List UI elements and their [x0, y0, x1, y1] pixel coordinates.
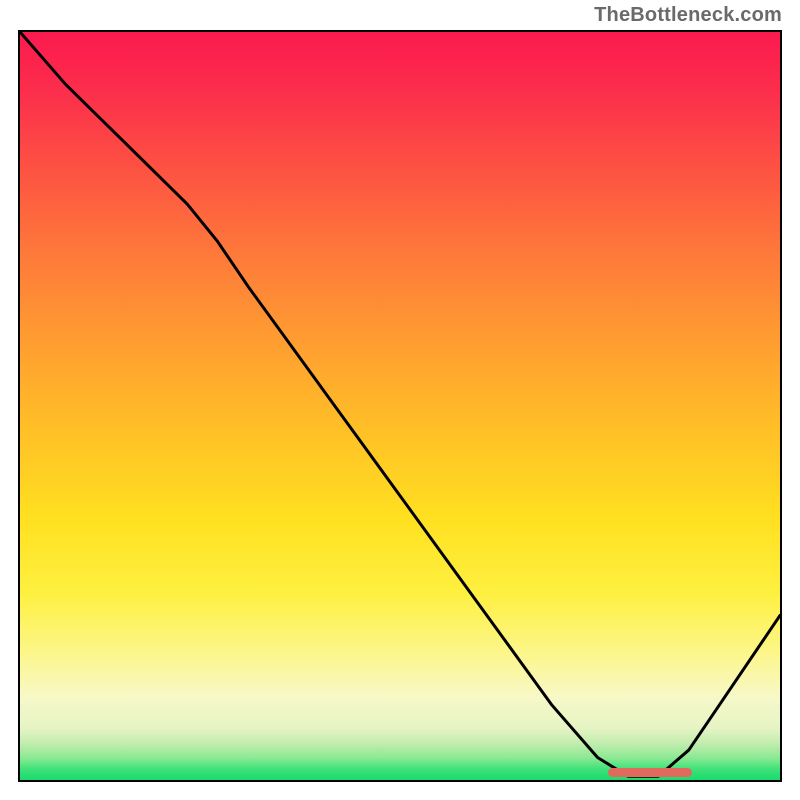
- heatmap-gradient: [20, 32, 780, 780]
- trough-marker: [608, 768, 692, 777]
- watermark-text: TheBottleneck.com: [594, 4, 782, 27]
- chart-frame: [18, 30, 782, 782]
